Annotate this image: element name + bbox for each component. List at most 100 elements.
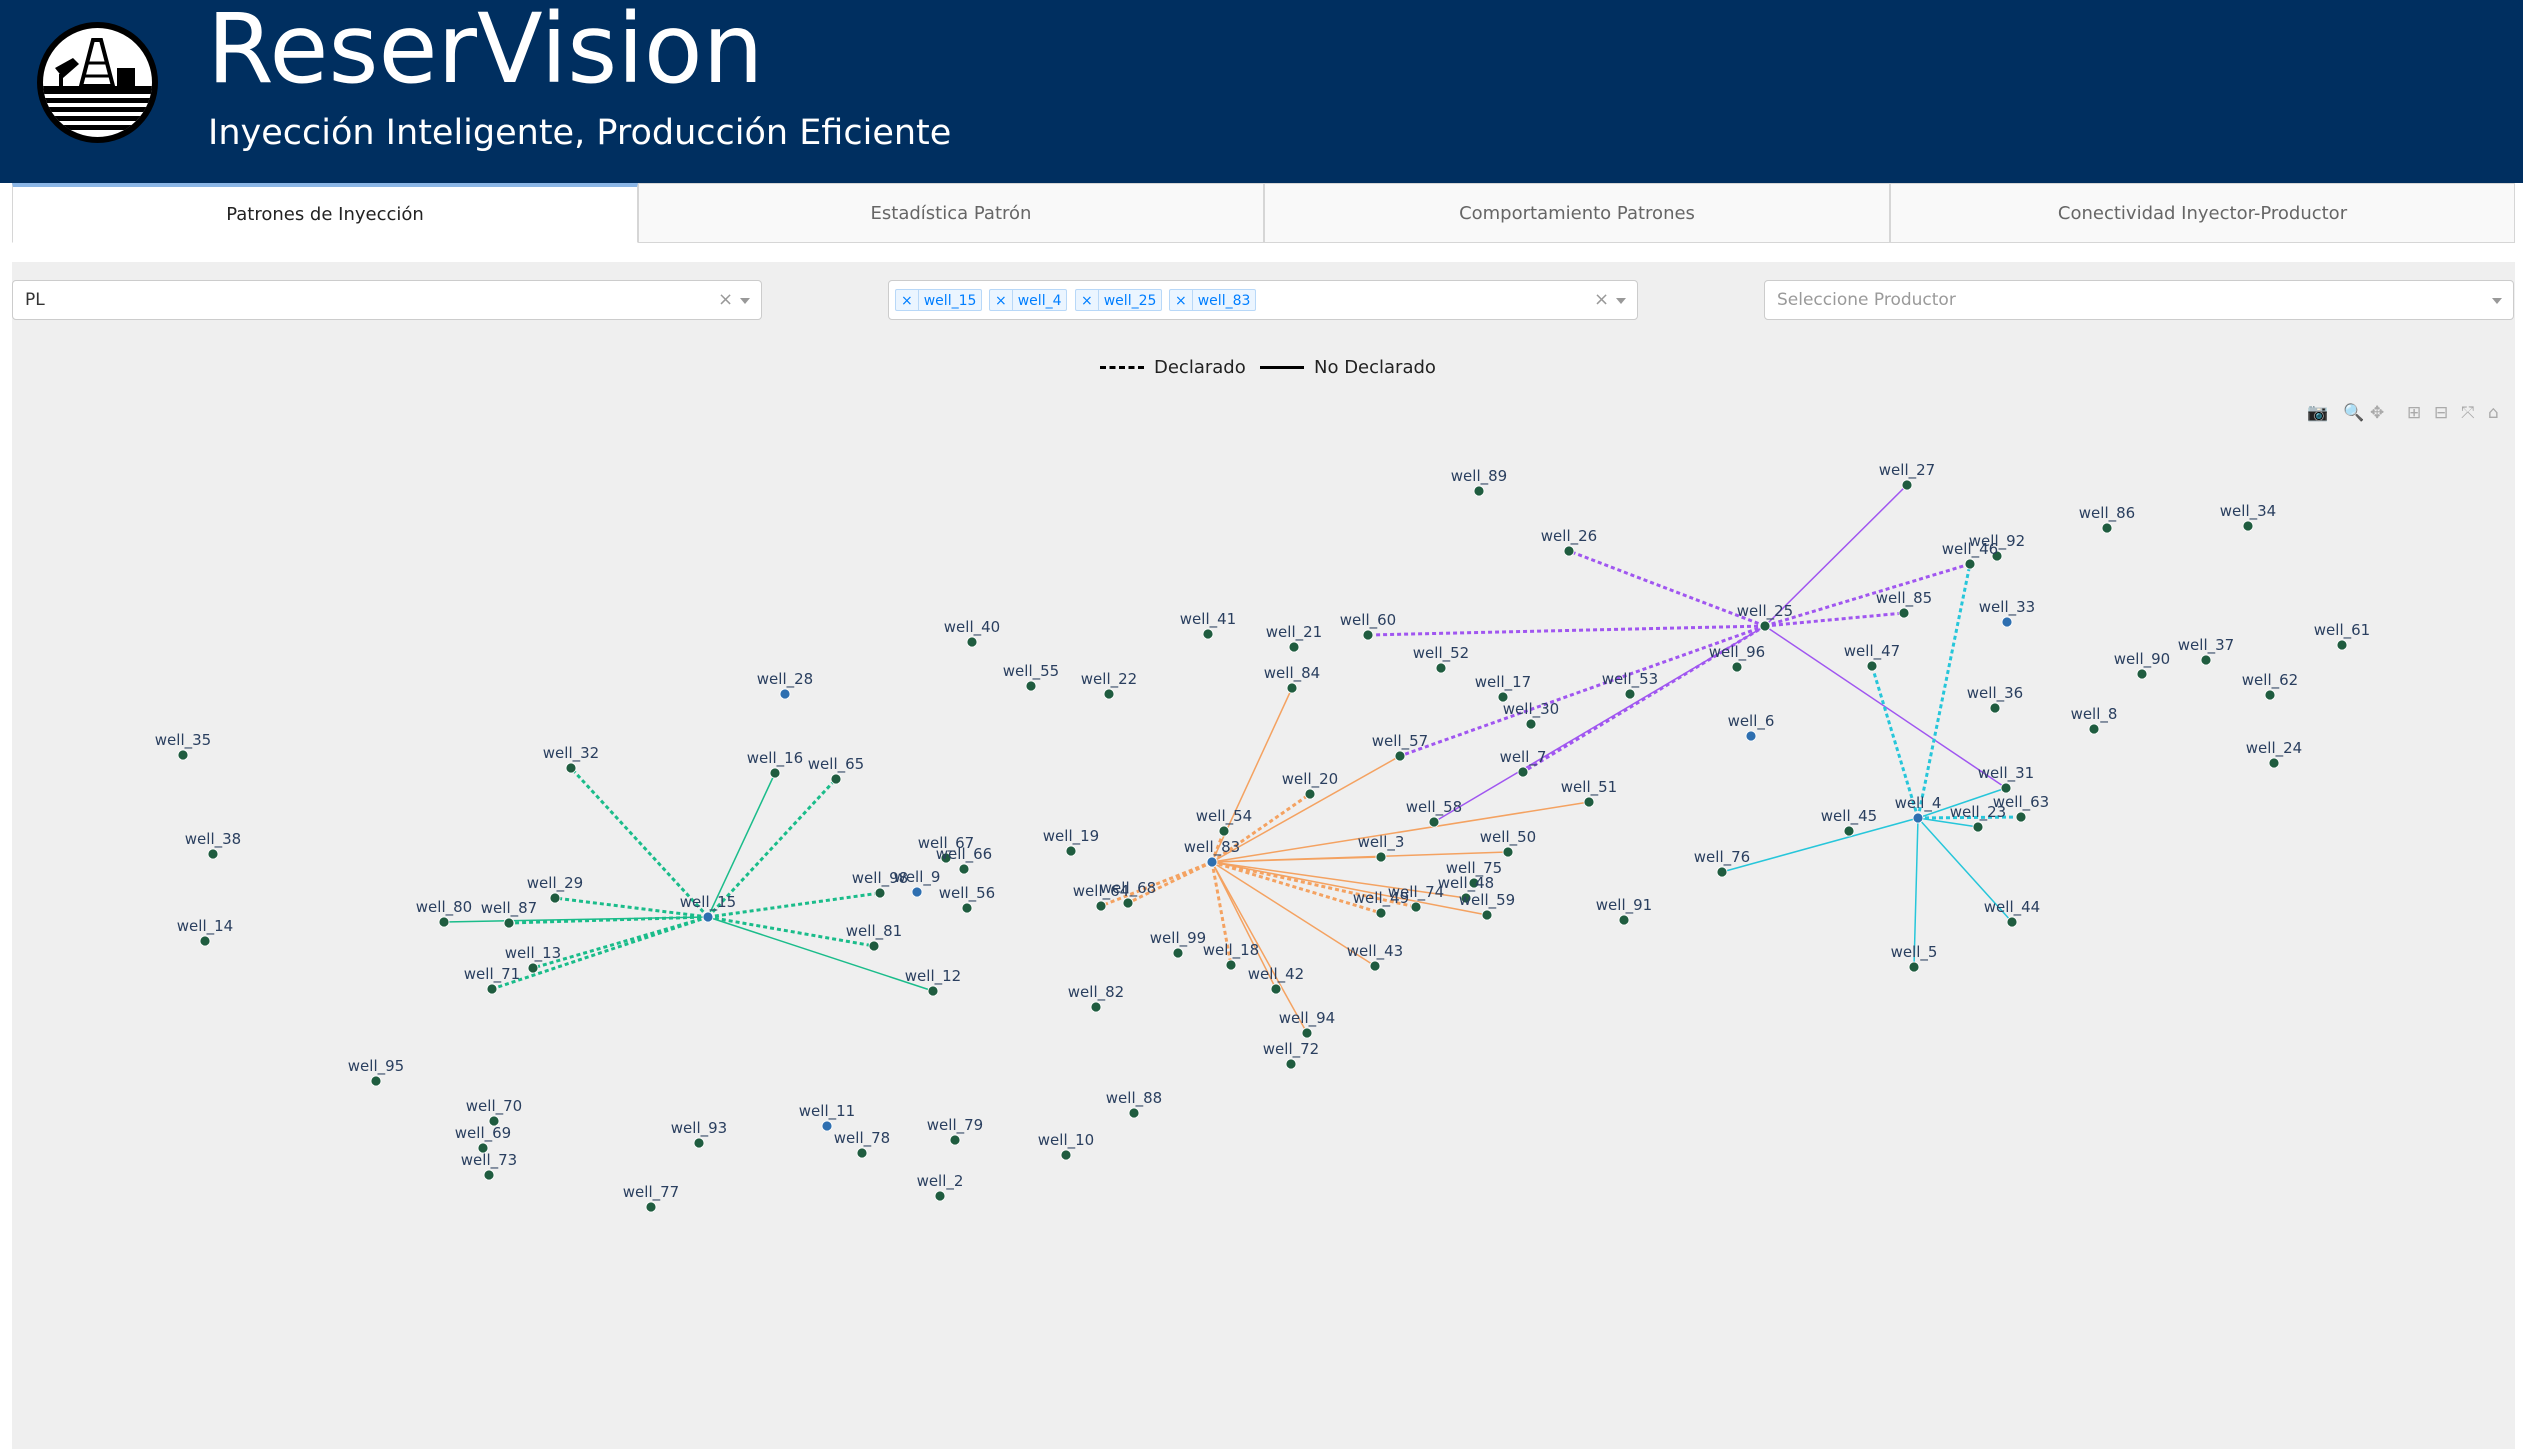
- well-node[interactable]: well_60: [1340, 611, 1396, 641]
- well-marker[interactable]: [549, 892, 561, 904]
- well-node[interactable]: well_86: [2079, 504, 2135, 534]
- well-node[interactable]: well_87: [481, 899, 537, 929]
- well-marker[interactable]: [966, 636, 978, 648]
- well-node[interactable]: well_46: [1942, 540, 1998, 570]
- well-node[interactable]: well_33: [1979, 598, 2035, 628]
- well-marker[interactable]: [927, 985, 939, 997]
- well-marker[interactable]: [1583, 796, 1595, 808]
- well-node[interactable]: well_37: [2178, 636, 2234, 666]
- well-node[interactable]: well_62: [2242, 671, 2298, 701]
- well-marker[interactable]: [1375, 851, 1387, 863]
- well-marker[interactable]: [1435, 662, 1447, 674]
- well-node[interactable]: well_14: [177, 917, 233, 947]
- well-marker[interactable]: [1172, 947, 1184, 959]
- well-marker[interactable]: [1618, 914, 1630, 926]
- well-node[interactable]: well_80: [416, 898, 472, 928]
- well-node[interactable]: well_41: [1180, 610, 1236, 640]
- well-marker[interactable]: [2268, 757, 2280, 769]
- well-node[interactable]: well_78: [834, 1129, 890, 1159]
- well-node[interactable]: well_81: [846, 922, 902, 952]
- well-node[interactable]: well_36: [1967, 684, 2023, 714]
- well-marker[interactable]: [1428, 816, 1440, 828]
- well-node[interactable]: well_20: [1282, 770, 1338, 800]
- well-marker[interactable]: [1473, 485, 1485, 497]
- well-marker[interactable]: [1065, 845, 1077, 857]
- well-node[interactable]: well_65: [808, 755, 864, 785]
- well-marker[interactable]: [1270, 983, 1282, 995]
- well-network-graph[interactable]: well_89 well_27 well_86 well_34 well_26 well_…: [0, 0, 2523, 1449]
- well-marker[interactable]: [1202, 628, 1214, 640]
- well-marker[interactable]: [958, 863, 970, 875]
- well-node[interactable]: well_58: [1406, 798, 1462, 828]
- well-marker[interactable]: [1731, 661, 1743, 673]
- well-marker[interactable]: [2264, 689, 2276, 701]
- well-node[interactable]: well_44: [1984, 898, 2040, 928]
- well-marker[interactable]: [1481, 909, 1493, 921]
- well-node[interactable]: well_7: [1500, 748, 1547, 778]
- well-marker[interactable]: [1563, 545, 1575, 557]
- well-node[interactable]: well_56: [939, 884, 995, 914]
- well-node[interactable]: well_93: [671, 1119, 727, 1149]
- well-node[interactable]: well_10: [1038, 1131, 1094, 1161]
- well-marker[interactable]: [830, 773, 842, 785]
- well-marker[interactable]: [1362, 629, 1374, 641]
- well-node[interactable]: well_23: [1950, 803, 2006, 833]
- well-marker[interactable]: [1025, 680, 1037, 692]
- well-marker[interactable]: [1304, 788, 1316, 800]
- well-node[interactable]: well_12: [905, 967, 961, 997]
- well-marker[interactable]: [1394, 750, 1406, 762]
- well-node[interactable]: well_76: [1694, 848, 1750, 878]
- well-node[interactable]: well_84: [1264, 664, 1320, 694]
- well-marker[interactable]: [949, 1134, 961, 1146]
- well-node[interactable]: well_91: [1596, 896, 1652, 926]
- well-node[interactable]: well_6: [1728, 712, 1775, 742]
- well-node[interactable]: well_94: [1279, 1009, 1335, 1039]
- well-marker[interactable]: [702, 911, 714, 923]
- well-marker[interactable]: [1912, 812, 1924, 824]
- well-node[interactable]: well_47: [1844, 642, 1900, 672]
- well-marker[interactable]: [2200, 654, 2212, 666]
- well-marker[interactable]: [1898, 607, 1910, 619]
- well-node[interactable]: well_82: [1068, 983, 1124, 1013]
- well-marker[interactable]: [693, 1137, 705, 1149]
- well-node[interactable]: well_30: [1503, 700, 1559, 730]
- well-marker[interactable]: [1843, 825, 1855, 837]
- well-marker[interactable]: [2006, 916, 2018, 928]
- well-node[interactable]: well_59: [1459, 891, 1515, 921]
- well-marker[interactable]: [645, 1201, 657, 1213]
- well-node[interactable]: well_54: [1196, 807, 1252, 837]
- well-marker[interactable]: [1908, 961, 1920, 973]
- well-marker[interactable]: [2088, 723, 2100, 735]
- well-node[interactable]: well_5: [1891, 943, 1938, 973]
- well-marker[interactable]: [2336, 639, 2348, 651]
- well-marker[interactable]: [2101, 522, 2113, 534]
- well-marker[interactable]: [1745, 730, 1757, 742]
- well-marker[interactable]: [527, 962, 539, 974]
- well-marker[interactable]: [911, 886, 923, 898]
- well-marker[interactable]: [199, 935, 211, 947]
- well-marker[interactable]: [1128, 1107, 1140, 1119]
- well-node[interactable]: well_34: [2220, 502, 2276, 532]
- well-marker[interactable]: [1972, 821, 1984, 833]
- well-marker[interactable]: [821, 1120, 833, 1132]
- well-marker[interactable]: [2242, 520, 2254, 532]
- well-marker[interactable]: [779, 688, 791, 700]
- well-node[interactable]: well_19: [1043, 827, 1099, 857]
- well-marker[interactable]: [1218, 825, 1230, 837]
- well-node[interactable]: well_49: [1353, 889, 1409, 919]
- well-marker[interactable]: [2000, 782, 2012, 794]
- well-node[interactable]: well_57: [1372, 732, 1428, 762]
- well-marker[interactable]: [1375, 907, 1387, 919]
- well-node[interactable]: well_42: [1248, 965, 1304, 995]
- well-node[interactable]: well_98: [852, 869, 908, 899]
- well-node[interactable]: well_52: [1413, 644, 1469, 674]
- well-node[interactable]: well_71: [464, 965, 520, 995]
- well-marker[interactable]: [769, 767, 781, 779]
- well-marker[interactable]: [486, 983, 498, 995]
- well-marker[interactable]: [874, 887, 886, 899]
- well-node[interactable]: well_43: [1347, 942, 1403, 972]
- well-marker[interactable]: [934, 1190, 946, 1202]
- well-node[interactable]: well_27: [1879, 461, 1935, 491]
- well-marker[interactable]: [1866, 660, 1878, 672]
- well-node[interactable]: well_70: [466, 1097, 522, 1127]
